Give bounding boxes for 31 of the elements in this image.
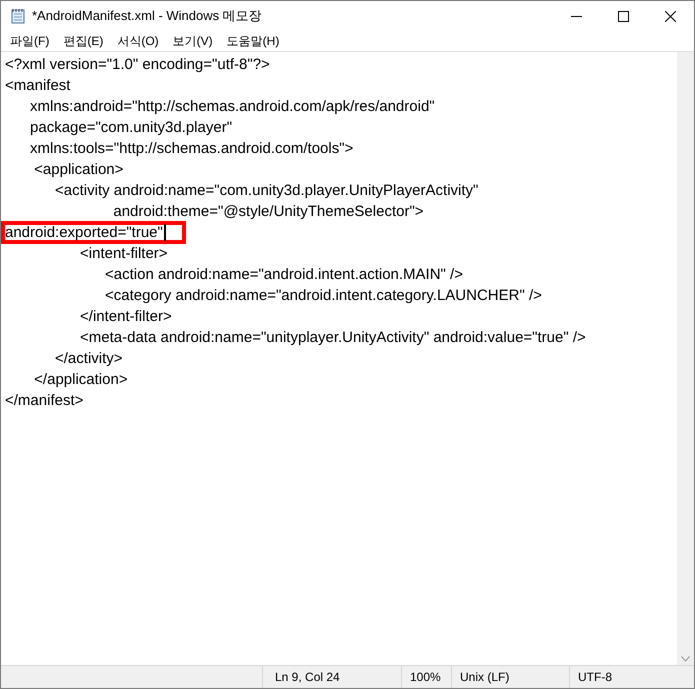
- code-line: </manifest>: [5, 391, 84, 411]
- close-icon[interactable]: [665, 10, 676, 22]
- line-ending: Unix (LF): [460, 669, 510, 686]
- code-line: xmlns:android="http://schemas.android.com/apk/res/android": [29, 97, 435, 117]
- zoom-level: 100%: [410, 669, 441, 686]
- code-line: <manifest: [5, 76, 70, 96]
- encoding: UTF-8: [578, 669, 612, 686]
- code-line: </activity>: [54, 349, 123, 369]
- code-line: <category android:name="android.intent.category.LAUNCHER" />: [104, 286, 542, 306]
- menu-item[interactable]: 편집(E): [56, 32, 110, 50]
- code-line: </application>: [33, 370, 128, 390]
- menu-item[interactable]: 파일(F): [3, 32, 56, 50]
- menu-item[interactable]: 서식(O): [110, 32, 166, 50]
- code-line: <intent-filter>: [79, 244, 168, 264]
- code-line: xmlns:tools="http://schemas.android.com/tools">: [29, 139, 354, 159]
- code-line: <activity android:name="com.unity3d.player.UnityPlayerActivity": [54, 181, 478, 201]
- maximize-icon[interactable]: [618, 10, 629, 22]
- code-line: package="com.unity3d.player": [29, 118, 232, 138]
- code-line: <action android:name="android.intent.action.MAIN" />: [104, 265, 463, 285]
- menu-item[interactable]: 도움말(H): [220, 32, 286, 50]
- notepad-icon: [10, 8, 26, 24]
- scrollbar[interactable]: [677, 52, 694, 665]
- cursor-position: Ln 9, Col 24: [275, 669, 340, 686]
- menu-item[interactable]: 보기(V): [166, 32, 220, 50]
- code-line: android:theme="@style/UnityThemeSelector">: [112, 202, 424, 222]
- code-line: <?xml version="1.0" encoding="utf-8"?>: [5, 55, 270, 75]
- code-line: </intent-filter>: [79, 307, 172, 327]
- highlight-box: android:exported="true": [1, 221, 186, 244]
- code-line: <meta-data android:name="unityplayer.UnityActivity" android:value="true" />: [79, 328, 586, 348]
- code-line: <application>: [33, 160, 124, 180]
- window-title: *AndroidManifest.xml - Windows 메모장: [32, 7, 262, 26]
